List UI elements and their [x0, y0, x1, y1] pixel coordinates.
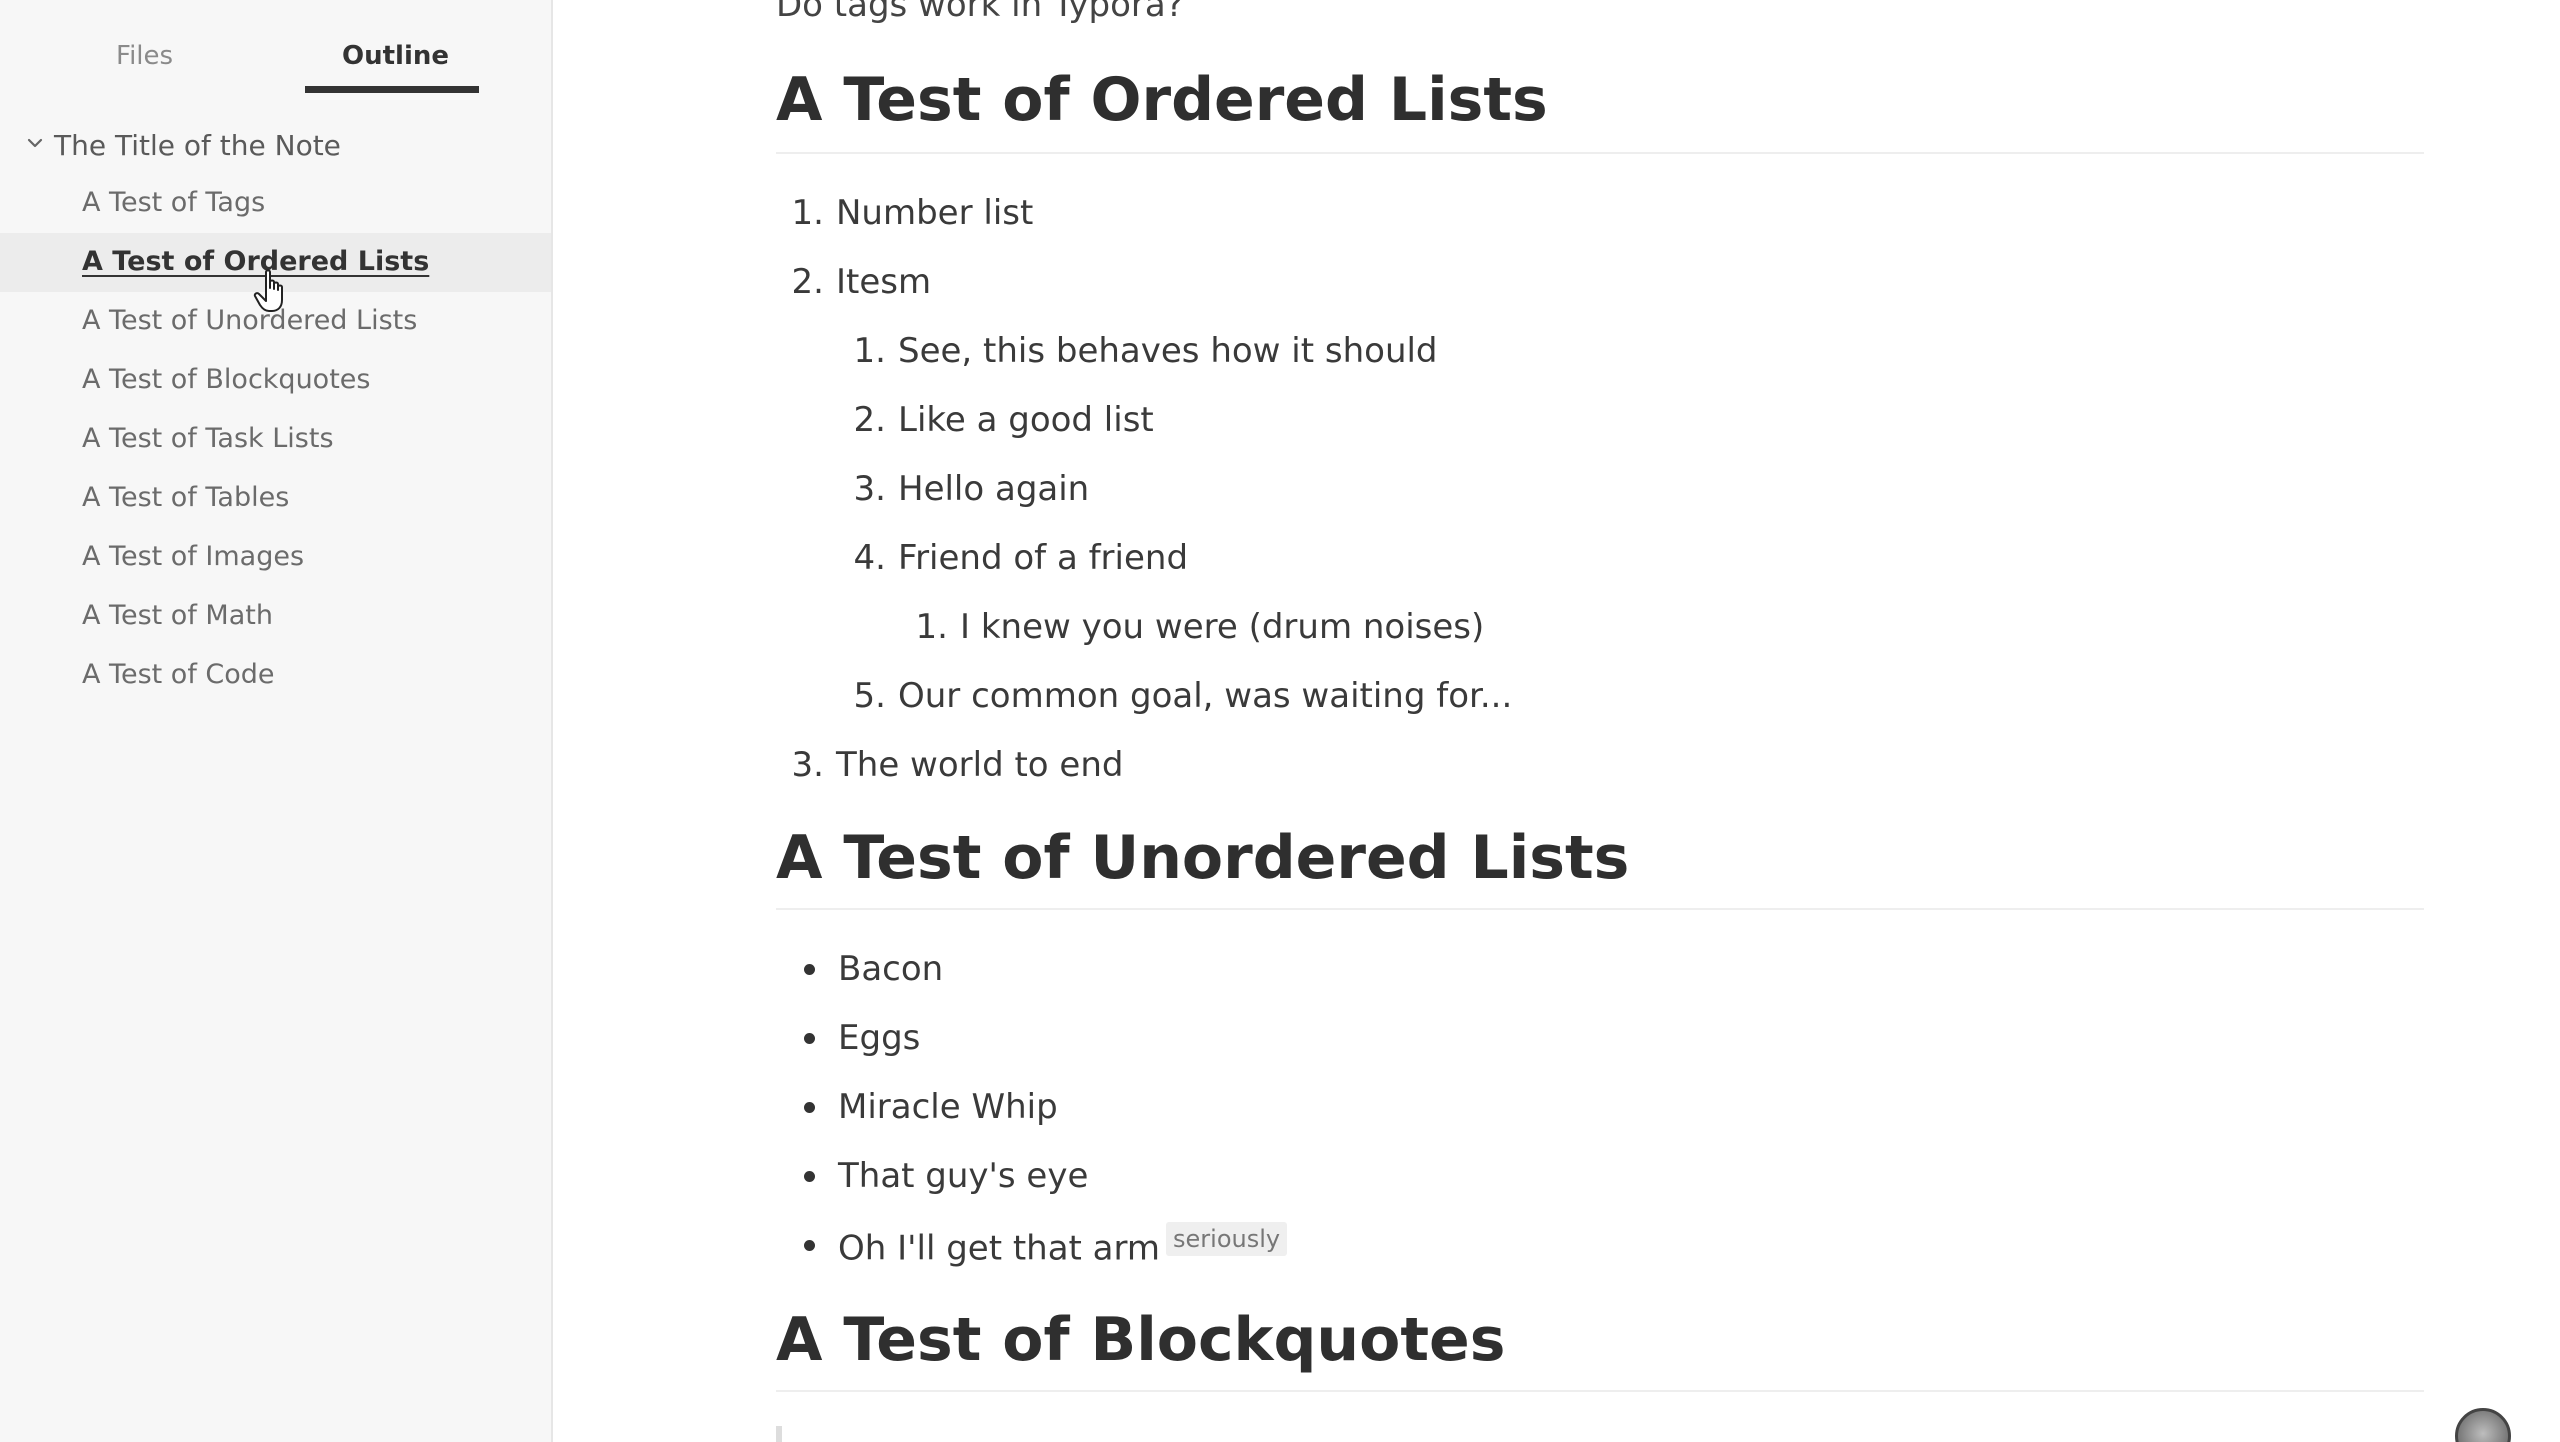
list-item-text: Itesm [836, 262, 932, 302]
outline-item-blockquotes[interactable]: A Test of Blockquotes [0, 351, 551, 410]
list-number: 3. [791, 745, 824, 785]
paragraph: Do tags work in Typora? [776, 0, 1184, 25]
ordered-list-item: 4. Friend of a friend [838, 535, 1188, 581]
unordered-list-item: Eggs [838, 1018, 921, 1058]
tab-files[interactable]: Files [116, 36, 173, 76]
ordered-list-item: 3. Hello again [838, 466, 1090, 512]
list-item-text: Number list [836, 193, 1034, 233]
list-item-text: Hello again [898, 469, 1090, 509]
ordered-list-item: 5. Our common goal, was waiting for... [838, 673, 1513, 719]
outline-item-label: A Test of Blockquotes [82, 364, 371, 395]
outline-item-label: A Test of Code [82, 659, 275, 690]
sidebar: Files Outline The Title of the Note A Te… [0, 0, 553, 1442]
outline-item-label: A Test of Images [82, 541, 305, 572]
outline-item-label: A Test of Math [82, 600, 273, 631]
list-item-text: Like a good list [898, 400, 1154, 440]
outline-root-item[interactable]: The Title of the Note [0, 118, 553, 174]
unordered-list-item: Bacon [838, 949, 944, 989]
ordered-list-item: 1. See, this behaves how it should [838, 328, 1438, 374]
blockquote-bar [776, 1426, 782, 1442]
list-number: 1. [915, 607, 948, 647]
list-number: 5. [853, 676, 886, 716]
unordered-list-item: Miracle Whip [838, 1087, 1058, 1127]
list-number: 1. [853, 331, 886, 371]
outline-item-tables[interactable]: A Test of Tables [0, 469, 551, 528]
outline-item-task-lists[interactable]: A Test of Task Lists [0, 410, 551, 469]
bullet-icon [804, 1240, 815, 1251]
list-number: 1. [791, 193, 824, 233]
list-number: 3. [853, 469, 886, 509]
list-item-text: The world to end [836, 745, 1124, 785]
bullet-icon [804, 964, 815, 975]
outline-item-math[interactable]: A Test of Math [0, 587, 551, 646]
heading-divider [776, 152, 2424, 154]
heading-blockquotes: A Test of Blockquotes [776, 1305, 1506, 1375]
bullet-icon [804, 1171, 815, 1182]
list-item-text: See, this behaves how it should [898, 331, 1438, 371]
ordered-list-item: 1. Number list [776, 190, 1034, 236]
unordered-list-item: That guy's eye [838, 1156, 1089, 1196]
tab-outline[interactable]: Outline [342, 36, 449, 76]
list-item-text: I knew you were (drum noises) [960, 607, 1485, 647]
ordered-list-item: 2. Like a good list [838, 397, 1154, 443]
editor-pane[interactable]: Do tags work in Typora? A Test of Ordere… [553, 0, 2560, 1442]
heading-unordered-lists: A Test of Unordered Lists [776, 823, 1630, 893]
hand-pointer-icon [253, 269, 283, 312]
list-number: 4. [853, 538, 886, 578]
heading-ordered-lists: A Test of Ordered Lists [776, 65, 1548, 135]
outline-item-tags[interactable]: A Test of Tags [0, 174, 551, 233]
chevron-down-icon[interactable] [24, 132, 46, 154]
outline-item-label: A Test of Task Lists [82, 423, 334, 454]
sidebar-tabs: Files Outline [0, 0, 553, 100]
tag-chip[interactable]: seriously [1166, 1222, 1288, 1256]
heading-divider [776, 1390, 2424, 1392]
ordered-list-item: 1. I knew you were (drum noises) [900, 604, 1485, 650]
list-item-text: Oh I'll get that arm [838, 1228, 1161, 1269]
outline-item-label: A Test of Unordered Lists [82, 305, 418, 336]
active-tab-indicator [305, 86, 479, 93]
bullet-icon [804, 1102, 815, 1113]
list-number: 2. [853, 400, 886, 440]
outline-item-code[interactable]: A Test of Code [0, 646, 551, 705]
outline-item-label: A Test of Tables [82, 482, 290, 513]
outline-root-label: The Title of the Note [54, 129, 341, 162]
heading-divider [776, 908, 2424, 910]
ordered-list-item: 3. The world to end [776, 742, 1124, 788]
unordered-list-item: Oh I'll get that arm seriously [838, 1222, 1288, 1271]
bullet-icon [804, 1033, 815, 1044]
typora-window: Files Outline The Title of the Note A Te… [0, 0, 2560, 1442]
list-item-text: Our common goal, was waiting for... [898, 676, 1513, 716]
ordered-list-item: 2. Itesm [776, 259, 932, 305]
outline-item-images[interactable]: A Test of Images [0, 528, 551, 587]
outline-item-label: A Test of Tags [82, 187, 266, 218]
list-item-text: Friend of a friend [898, 538, 1189, 578]
list-number: 2. [791, 262, 824, 302]
